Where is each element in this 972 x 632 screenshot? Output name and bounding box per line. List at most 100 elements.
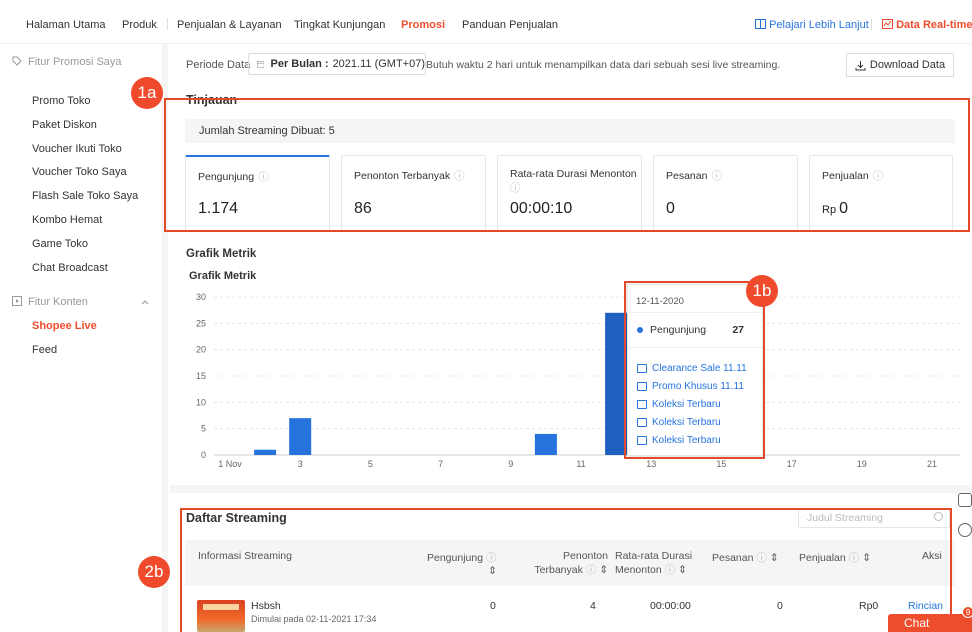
metric-card-avg-duration[interactable]: Rata-rata Durasi Menonton ⓘ 00:00:10 bbox=[497, 155, 642, 231]
chat-label: Chat bbox=[904, 616, 930, 630]
live-icon bbox=[637, 418, 647, 427]
chat-badge: 9 bbox=[962, 606, 972, 618]
sidebar-item-shopee-live[interactable]: Shopee Live bbox=[32, 320, 97, 332]
book-icon bbox=[755, 19, 766, 29]
sidebar-item-flash-sale[interactable]: Flash Sale Toko Saya bbox=[32, 190, 138, 202]
download-icon bbox=[855, 60, 866, 70]
period-note: Butuh waktu 2 hari untuk menampilkan dat… bbox=[426, 59, 781, 71]
y-tick-label: 0 bbox=[201, 450, 206, 460]
period-mode: Per Bulan : bbox=[270, 58, 329, 70]
chat-button[interactable]: Chat bbox=[888, 614, 972, 632]
help-icon[interactable]: ⓘ bbox=[586, 564, 597, 576]
learn-more-link[interactable]: Pelajari Lebih Lanjut bbox=[755, 19, 869, 31]
metric-label: Rata-rata Durasi Menonton bbox=[510, 168, 637, 180]
tooltip-stream-link[interactable]: Clearance Sale 11.11 bbox=[637, 363, 747, 374]
stream-visitors: 0 bbox=[490, 600, 496, 612]
sidebar-item-paket-diskon[interactable]: Paket Diskon bbox=[32, 119, 97, 131]
metric-label: Penonton Terbanyak bbox=[354, 170, 451, 182]
period-selector[interactable]: Per Bulan : 2021.11 (GMT+07) bbox=[248, 53, 426, 75]
help-icon[interactable]: ⓘ bbox=[849, 552, 860, 564]
period-bar: Periode Data Per Bulan : 2021.11 (GMT+07… bbox=[170, 50, 970, 80]
sidebar-item-voucher-toko-saya[interactable]: Voucher Toko Saya bbox=[32, 166, 127, 178]
col-visitors[interactable]: Pengunjung ⓘ ⇕ bbox=[427, 550, 497, 577]
help-icon[interactable]: ⓘ bbox=[510, 182, 521, 194]
metric-bar-chart: 0 5 10 15 20 25 30 1 Nov 3 5 7 9 11 13 15 17 19 21 bbox=[196, 292, 960, 469]
sidebar-group-promotion[interactable]: Fitur Promosi Saya bbox=[12, 56, 122, 68]
col-orders[interactable]: Pesanan ⓘ ⇕ bbox=[712, 550, 779, 565]
headset-icon[interactable] bbox=[958, 523, 972, 537]
sidebar-item-game-toko[interactable]: Game Toko bbox=[32, 238, 88, 250]
col-peak-viewers[interactable]: Penonton Terbanyak ⓘ ⇕ bbox=[518, 550, 608, 577]
tooltip-stream-link[interactable]: Koleksi Terbaru bbox=[637, 435, 721, 446]
realtime-data-link[interactable]: Data Real-time bbox=[882, 19, 972, 31]
overview-title: Tinjauan bbox=[186, 93, 238, 107]
help-icon[interactable]: ⓘ bbox=[756, 552, 767, 564]
x-tick-label: 11 bbox=[576, 459, 585, 469]
sidebar-item-voucher-ikuti-toko[interactable]: Voucher Ikuti Toko bbox=[32, 143, 122, 155]
mail-icon[interactable] bbox=[958, 493, 972, 507]
sidebar-item-feed[interactable]: Feed bbox=[32, 344, 57, 356]
nav-separator bbox=[871, 18, 872, 30]
help-icon[interactable]: ⓘ bbox=[454, 170, 465, 182]
tooltip-stream-link[interactable]: Koleksi Terbaru bbox=[637, 399, 721, 410]
metric-card-visitors[interactable]: Pengunjung ⓘ 1.174 bbox=[185, 155, 330, 231]
x-tick-label: 7 bbox=[438, 459, 443, 469]
stream-search-input[interactable]: Judul Streaming bbox=[798, 508, 950, 528]
stream-detail-link[interactable]: Rincian bbox=[908, 600, 943, 612]
help-icon[interactable]: ⓘ bbox=[711, 170, 722, 182]
nav-promotion[interactable]: Promosi bbox=[401, 19, 445, 31]
x-tick-label: 17 bbox=[787, 459, 797, 469]
search-placeholder: Judul Streaming bbox=[807, 512, 883, 524]
annotation-badge: 2b bbox=[138, 556, 170, 588]
stream-name: Hsbsh bbox=[251, 600, 281, 612]
search-icon[interactable] bbox=[934, 512, 943, 521]
sort-icon[interactable]: ⇕ bbox=[770, 552, 779, 564]
col-orders-label: Pesanan bbox=[712, 552, 754, 564]
content-divider bbox=[162, 44, 168, 632]
help-icon[interactable]: ⓘ bbox=[665, 564, 676, 576]
table-row[interactable]: Hsbsh Dimulai pada 02-11-2021 17:34 0 4 … bbox=[185, 586, 955, 632]
metric-label: Pengunjung bbox=[198, 171, 255, 183]
period-label: Periode Data bbox=[186, 59, 251, 71]
sidebar-item-chat-broadcast[interactable]: Chat Broadcast bbox=[32, 262, 108, 274]
stream-avg-duration: 00:00:00 bbox=[650, 600, 691, 612]
metric-card-orders[interactable]: Pesanan ⓘ 0 bbox=[653, 155, 798, 231]
col-sales[interactable]: Penjualan ⓘ ⇕ bbox=[799, 550, 871, 565]
chart-line-icon bbox=[882, 19, 893, 29]
stream-sales: Rp0 bbox=[859, 600, 879, 612]
tooltip-series-value: 27 bbox=[732, 324, 744, 336]
chevron-up-icon[interactable] bbox=[141, 299, 149, 305]
nav-visits[interactable]: Tingkat Kunjungan bbox=[294, 19, 385, 31]
sort-icon[interactable]: ⇕ bbox=[862, 552, 871, 564]
metric-label: Pesanan bbox=[666, 170, 708, 182]
help-icon[interactable]: ⓘ bbox=[486, 552, 497, 564]
tooltip-stream-link[interactable]: Koleksi Terbaru bbox=[637, 417, 721, 428]
top-navigation: Halaman Utama Produk Penjualan & Layanan… bbox=[0, 0, 972, 44]
sort-icon[interactable]: ⇕ bbox=[427, 565, 497, 577]
sort-icon[interactable]: ⇕ bbox=[678, 564, 687, 576]
tooltip-link-label: Koleksi Terbaru bbox=[652, 417, 721, 428]
help-icon[interactable]: ⓘ bbox=[258, 171, 269, 183]
sidebar-group-content[interactable]: Fitur Konten bbox=[12, 296, 88, 308]
metric-card-sales[interactable]: Penjualan ⓘ Rp 0 bbox=[809, 155, 953, 231]
download-data-button[interactable]: Download Data bbox=[846, 53, 954, 77]
nav-products[interactable]: Produk bbox=[122, 19, 157, 31]
sort-icon[interactable]: ⇕ bbox=[599, 564, 608, 576]
stream-thumbnail[interactable] bbox=[197, 600, 245, 632]
nav-sales-guide[interactable]: Panduan Penjualan bbox=[462, 19, 558, 31]
y-tick-label: 25 bbox=[196, 318, 206, 328]
col-avg-duration[interactable]: Rata-rata Durasi Menonton ⓘ ⇕ bbox=[615, 550, 692, 577]
realtime-data-label: Data Real-time bbox=[896, 19, 972, 31]
sidebar-item-promo-toko[interactable]: Promo Toko bbox=[32, 95, 91, 107]
x-tick-label: 9 bbox=[508, 459, 513, 469]
col-action: Aksi bbox=[922, 550, 942, 562]
stream-count: Jumlah Streaming Dibuat: 5 bbox=[185, 119, 955, 143]
annotation-badge: 1a bbox=[131, 77, 163, 109]
nav-sales-service[interactable]: Penjualan & Layanan bbox=[177, 19, 282, 31]
help-icon[interactable]: ⓘ bbox=[873, 170, 884, 182]
metric-card-peak-viewers[interactable]: Penonton Terbanyak ⓘ 86 bbox=[341, 155, 486, 231]
tooltip-date: 12-11-2020 bbox=[636, 296, 684, 307]
nav-home[interactable]: Halaman Utama bbox=[26, 19, 105, 31]
sidebar-item-kombo-hemat[interactable]: Kombo Hemat bbox=[32, 214, 102, 226]
tooltip-stream-link[interactable]: Promo Khusus 11.11 bbox=[637, 381, 744, 392]
